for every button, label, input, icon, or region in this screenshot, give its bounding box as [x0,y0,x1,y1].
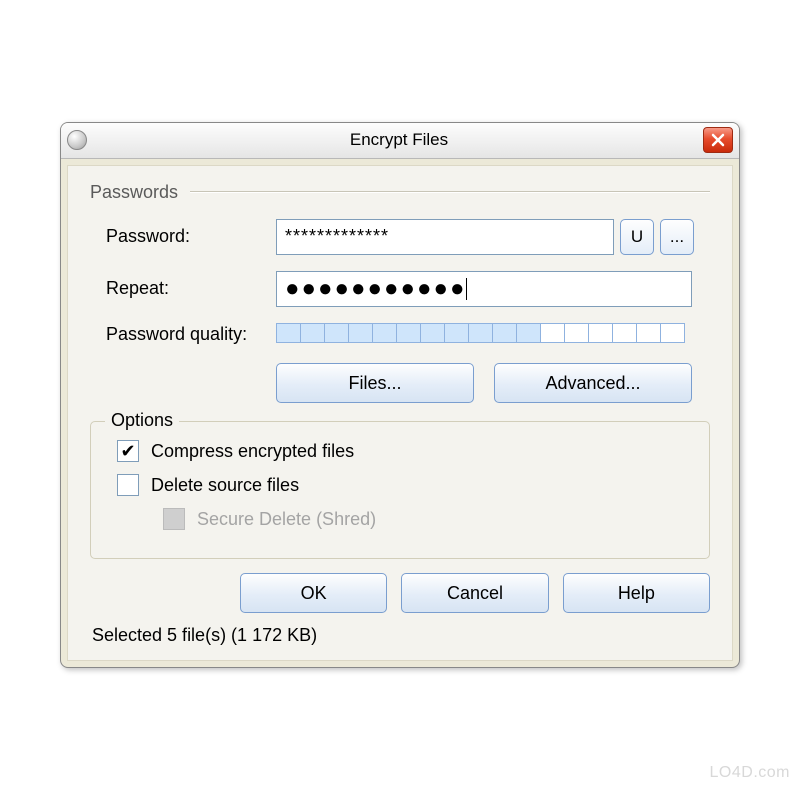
cancel-button[interactable]: Cancel [401,573,548,613]
quality-segment [660,323,685,343]
quality-segment [396,323,421,343]
quality-label: Password quality: [106,323,276,346]
quality-row: Password quality: [90,323,710,346]
password-input[interactable] [276,219,614,255]
close-button[interactable] [703,127,733,153]
mid-buttons: Files... Advanced... [90,363,710,403]
quality-segment [348,323,373,343]
text-cursor-icon [466,278,467,300]
password-label: Password: [106,226,276,247]
help-button[interactable]: Help [563,573,710,613]
watermark: LO4D.com [710,764,790,782]
password-quality-meter [276,323,684,343]
secure-delete-checkbox [163,508,185,530]
status-text: Selected 5 file(s) (1 172 KB) [90,625,710,646]
browse-button[interactable]: ... [660,219,694,255]
quality-segment [372,323,397,343]
quality-segment [636,323,661,343]
delete-source-checkbox[interactable] [117,474,139,496]
quality-segment [420,323,445,343]
compress-row: ✔ Compress encrypted files [111,440,689,462]
quality-segment [444,323,469,343]
action-buttons: OK Cancel Help [90,573,710,613]
delete-row: Delete source files [111,474,689,496]
system-menu-icon[interactable] [67,130,87,150]
passwords-title: Passwords [90,182,178,203]
password-row: Password: U ... [90,219,710,255]
close-icon [711,133,725,147]
section-divider [190,191,710,193]
repeat-row: Repeat: ●●●●●●●●●●● [90,271,710,307]
quality-segment [612,323,637,343]
quality-segment [564,323,589,343]
options-title: Options [105,410,179,431]
files-button[interactable]: Files... [276,363,474,403]
quality-segment [324,323,349,343]
ok-button[interactable]: OK [240,573,387,613]
options-group: Options ✔ Compress encrypted files Delet… [90,421,710,559]
shred-row: Secure Delete (Shred) [111,508,689,530]
advanced-button[interactable]: Advanced... [494,363,692,403]
repeat-input[interactable]: ●●●●●●●●●●● [276,271,692,307]
repeat-label: Repeat: [106,278,276,299]
repeat-value: ●●●●●●●●●●● [285,275,466,303]
delete-source-label: Delete source files [151,475,299,496]
quality-segment [588,323,613,343]
compress-label: Compress encrypted files [151,441,354,462]
quality-segment [516,323,541,343]
titlebar[interactable]: Encrypt Files [61,123,739,159]
compress-checkbox[interactable]: ✔ [117,440,139,462]
quality-segment [492,323,517,343]
quality-segment [468,323,493,343]
dialog-content: Passwords Password: U ... Repeat: ●●●●●●… [67,165,733,662]
secure-delete-label: Secure Delete (Shred) [197,509,376,530]
quality-segment [300,323,325,343]
quality-segment [540,323,565,343]
window-title: Encrypt Files [95,130,703,150]
encrypt-files-dialog: Encrypt Files Passwords Password: U ... … [60,122,740,669]
passwords-section-header: Passwords [90,182,710,203]
quality-segment [276,323,301,343]
unmask-button[interactable]: U [620,219,654,255]
